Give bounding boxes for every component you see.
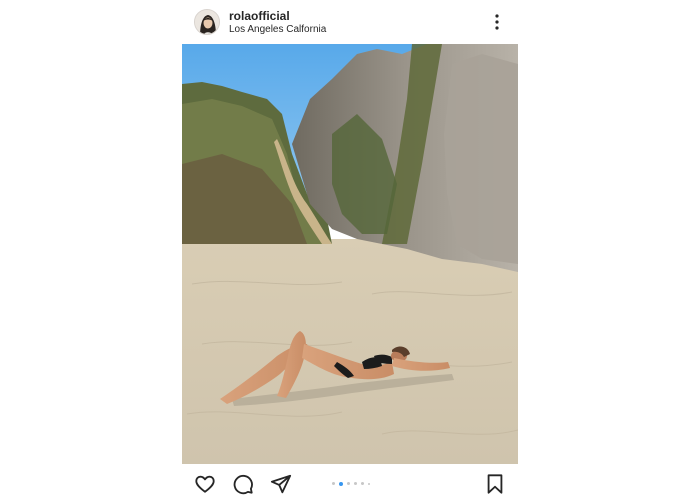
comment-button[interactable] [232,473,254,495]
more-options-button[interactable] [490,12,504,32]
heart-icon [195,475,215,493]
carousel-dot-active [339,481,343,486]
post-actions [182,464,518,500]
instagram-post: rolaofficial Los Angeles Calfornia [182,0,518,500]
location-link[interactable]: Los Angeles Calfornia [229,24,326,35]
carousel-dot [354,482,357,485]
avatar[interactable] [194,9,220,35]
post-photo[interactable] [182,44,518,464]
send-icon [270,474,292,494]
carousel-dot [332,482,335,485]
comment-icon [233,474,253,495]
avatar-image [195,10,219,34]
post-header: rolaofficial Los Angeles Calfornia [182,0,518,44]
more-options-icon [495,14,499,30]
like-button[interactable] [194,473,216,495]
share-button[interactable] [270,473,292,495]
bookmark-icon [487,474,503,494]
username[interactable]: rolaofficial [229,9,290,23]
beach-photo [182,44,518,464]
carousel-dot [347,482,350,485]
save-button[interactable] [484,473,506,495]
carousel-dot [361,482,364,485]
carousel-dot [368,482,370,485]
